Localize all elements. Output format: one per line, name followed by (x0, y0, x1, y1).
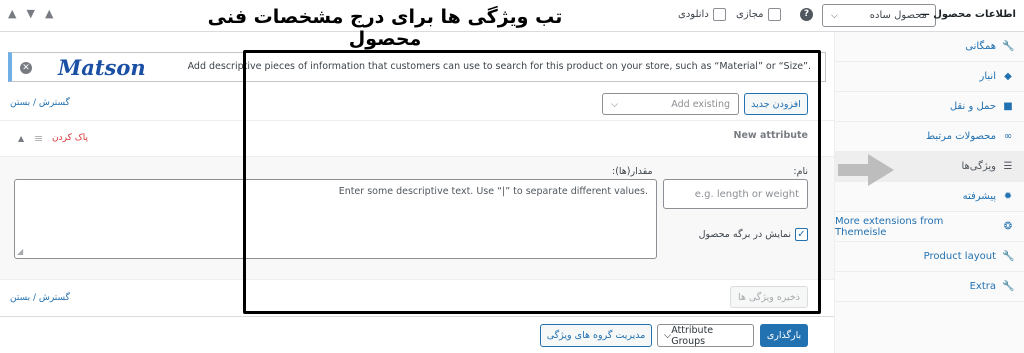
virtual-checkbox-box[interactable] (767, 8, 781, 21)
wrench-icon: 🔧 (1002, 41, 1015, 52)
panel-move-controls: ▲ ▼ ▲ (8, 7, 53, 20)
expand-close-link-bottom[interactable]: گسترش / بستن (10, 293, 70, 303)
product-data-label: اطلاعات محصول — (919, 9, 1016, 20)
attributes-footer: بارگذاری ⌵ Attribute Groups مدیریت گروه … (0, 316, 834, 353)
manage-attribute-groups-button[interactable]: مدیریت گروه های ویژگی (540, 324, 652, 347)
tab-label: ویژگی‌ها (961, 161, 996, 172)
site-logo: Matson (58, 55, 146, 80)
tab-extra[interactable]: Extra 🔧 (835, 272, 1024, 302)
annotation-highlight-box (243, 50, 821, 314)
move-up-icon[interactable]: ▲ (8, 7, 16, 20)
load-button[interactable]: بارگذاری (760, 324, 808, 347)
product-data-header: ▲ ▼ ▲ تب ویژگی ها برای درج مشخصات فنی مح… (0, 0, 1024, 50)
product-data-tabs: همگانی 🔧 انبار ◆ حمل و نقل ■ محصولات مرت… (834, 32, 1024, 353)
downloadable-label: دانلودی (678, 9, 709, 20)
tab-label: همگانی (965, 41, 996, 52)
tab-general[interactable]: همگانی 🔧 (835, 32, 1024, 62)
tab-label: پیشرفته (962, 191, 996, 202)
resize-grip-icon[interactable]: ◢ (17, 247, 23, 256)
attribute-groups-select[interactable]: ⌵ Attribute Groups (657, 324, 754, 347)
collapse-toggle-icon[interactable]: ▲ (18, 134, 24, 143)
tag-icon: ◆ (1004, 71, 1012, 82)
tab-label: حمل و نقل (949, 101, 996, 112)
tab-label: محصولات مرتبط (925, 131, 996, 142)
tab-inventory[interactable]: انبار ◆ (835, 62, 1024, 92)
gear-icon: ✹ (1003, 191, 1013, 202)
chevron-down-icon: ⌵ (664, 330, 672, 341)
attribute-groups-value: Attribute Groups (671, 324, 714, 347)
tab-label: More extensions from Themeisle (835, 215, 944, 238)
tab-label: Product layout (923, 251, 996, 262)
tab-linked-products[interactable]: محصولات مرتبط ∞ (835, 122, 1024, 152)
downloadable-checkbox[interactable]: دانلودی (678, 8, 726, 21)
list-icon: ☰ (1003, 161, 1013, 172)
expand-close-link[interactable]: گسترش / بستن (10, 98, 70, 108)
virtual-checkbox[interactable]: مجازی (736, 8, 781, 21)
wrench-icon: 🔧 (1002, 281, 1015, 292)
annotation-arrow-icon (838, 154, 894, 186)
tab-more-extensions[interactable]: More extensions from Themeisle ❂ (835, 212, 1024, 242)
collapse-panel-icon[interactable]: ▲ (45, 7, 53, 20)
remove-attribute-link[interactable]: پاک کردن (52, 133, 88, 143)
downloadable-checkbox-box[interactable] (712, 8, 726, 21)
wrench-icon: 🔧 (1002, 251, 1015, 262)
plugin-icon: ❂ (1003, 221, 1013, 232)
close-icon[interactable]: ✕ (20, 62, 32, 74)
drag-handle-icon[interactable]: ≡ (34, 132, 43, 145)
virtual-label: مجازی (736, 9, 764, 20)
product-type-value: محصول ساده (869, 10, 927, 21)
tab-product-layout[interactable]: Product layout 🔧 (835, 242, 1024, 272)
chevron-down-icon: ⌵ (831, 10, 838, 21)
product-data-panel: ▲ ▼ ▲ تب ویژگی ها برای درج مشخصات فنی مح… (0, 0, 1024, 353)
tab-label: Extra (969, 281, 996, 292)
tab-shipping[interactable]: حمل و نقل ■ (835, 92, 1024, 122)
help-icon[interactable]: ? (800, 8, 813, 21)
move-down-icon[interactable]: ▼ (26, 7, 34, 20)
link-icon: ∞ (1003, 131, 1013, 142)
truck-icon: ■ (1003, 101, 1013, 112)
tab-label: انبار (979, 71, 996, 82)
